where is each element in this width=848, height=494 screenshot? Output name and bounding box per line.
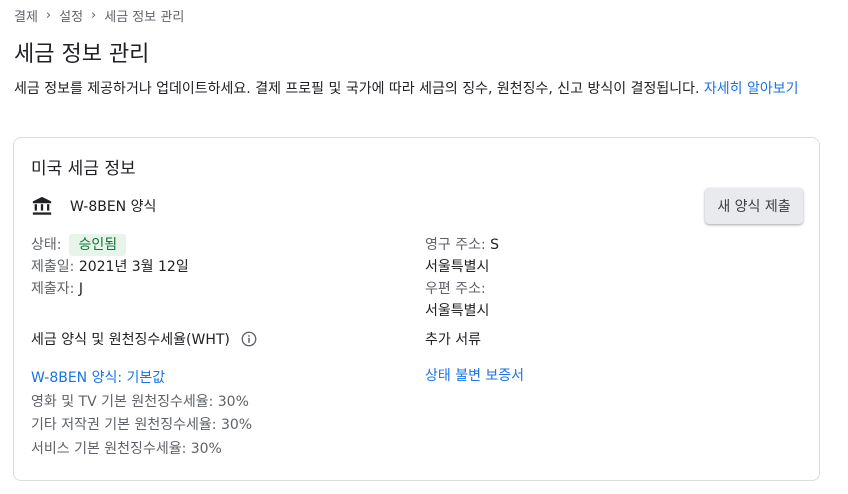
submitter-label: 제출자: <box>31 281 75 297</box>
breadcrumb-billing[interactable]: 결제 <box>14 6 38 25</box>
wht-list: W-8BEN 양식: 기본값 영화 및 TV 기본 원천징수세율: 30% 기타… <box>31 367 252 461</box>
bank-icon <box>32 196 52 215</box>
additional-docs-heading: 추가 서류 <box>425 332 481 348</box>
wht-rate-film-tv: 영화 및 TV 기본 원천징수세율: 30% <box>31 393 249 410</box>
learn-more-link[interactable]: 자세히 알아보기 <box>704 81 799 97</box>
chevron-right-icon: › <box>91 8 97 23</box>
certificate-of-status-link[interactable]: 상태 불변 보증서 <box>425 365 524 385</box>
submitter-value: J <box>78 281 83 297</box>
submitted-row: 제출일: 2021년 3월 12일 <box>31 256 189 278</box>
status-badge: 승인됨 <box>69 234 127 256</box>
permanent-address-value: S <box>490 237 500 253</box>
breadcrumb-current: 세금 정보 관리 <box>104 10 185 25</box>
submit-new-form-button[interactable]: 새 양식 제출 <box>705 188 803 224</box>
submitted-value: 2021년 3월 12일 <box>78 259 189 275</box>
form-name: W-8BEN 양식 <box>70 199 157 215</box>
page-title: 세금 정보 관리 <box>14 42 150 67</box>
submitted-label: 제출일: <box>31 259 75 275</box>
form-row: W-8BEN 양식 <box>31 195 156 217</box>
wht-rate-other-copyright: 기타 저작권 기본 원천징수세율: 30% <box>31 417 253 433</box>
status-label: 상태: <box>31 237 62 253</box>
wht-form-link[interactable]: W-8BEN 양식: 기본값 <box>31 370 165 386</box>
us-tax-info-card: 미국 세금 정보 W-8BEN 양식 새 양식 제출 상태: 승인됨 제출일: 2… <box>13 137 820 481</box>
permanent-address-row: 영구 주소: S <box>425 234 499 256</box>
mailing-address-label: 우편 주소: <box>425 281 486 297</box>
permanent-address-line2: 서울특별시 <box>425 259 490 275</box>
breadcrumb: 결제 › 설정 › 세금 정보 관리 <box>14 6 184 25</box>
permanent-address-label: 영구 주소: <box>425 237 486 253</box>
card-title: 미국 세금 정보 <box>31 159 136 179</box>
submitter-row: 제출자: J <box>31 278 189 300</box>
description-text: 세금 정보를 제공하거나 업데이트하세요. 결제 프로필 및 국가에 따라 세금… <box>14 81 700 97</box>
breadcrumb-settings[interactable]: 설정 <box>59 6 83 25</box>
mailing-address-line: 서울특별시 <box>425 303 490 319</box>
address-info: 영구 주소: S 서울특별시 우편 주소: 서울특별시 <box>425 234 499 322</box>
status-row: 상태: 승인됨 <box>31 234 189 256</box>
page-description: 세금 정보를 제공하거나 업데이트하세요. 결제 프로필 및 국가에 따라 세금… <box>14 79 834 100</box>
wht-heading: 세금 양식 및 원천징수세율(WHT) <box>31 329 258 349</box>
wht-heading-text: 세금 양식 및 원천징수세율(WHT) <box>31 332 230 348</box>
submission-info: 상태: 승인됨 제출일: 2021년 3월 12일 제출자: J <box>31 234 189 300</box>
wht-rate-services: 서비스 기본 원천징수세율: 30% <box>31 440 222 457</box>
info-icon[interactable] <box>240 330 258 348</box>
chevron-right-icon: › <box>45 8 52 23</box>
